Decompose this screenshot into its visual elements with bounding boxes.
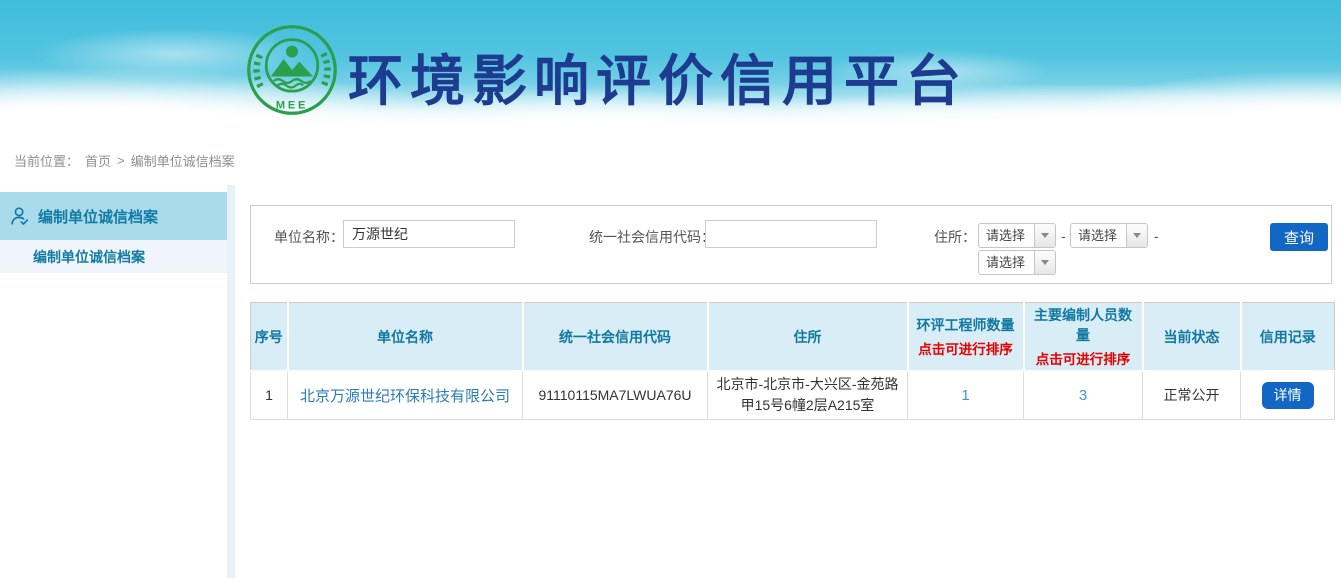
credit-code-input[interactable] (705, 220, 877, 248)
company-link[interactable]: 北京万源世纪环保科技有限公司 (300, 388, 510, 405)
sort-hint: 点击可进行排序 (1028, 348, 1139, 368)
col-credit-code: 统一社会信用代码 (523, 303, 708, 372)
company-name-label: 单位名称： (274, 227, 344, 247)
col-address: 住所 (708, 303, 908, 372)
address-city-select[interactable]: 请选择 (1070, 223, 1148, 248)
chevron-down-icon (1133, 233, 1141, 238)
sidebar-divider (227, 185, 235, 578)
breadcrumb-separator: > (117, 153, 125, 168)
address-province-value: 请选择 (979, 224, 1034, 247)
table-header-row: 序号 单位名称 统一社会信用代码 住所 环评工程师数量 点击可进行排序 主要编制… (251, 303, 1335, 372)
chevron-down-icon (1041, 260, 1049, 265)
chevron-down-icon (1041, 233, 1049, 238)
row-index: 1 (251, 371, 288, 419)
credit-code-label: 统一社会信用代码： (589, 227, 715, 247)
company-name-input[interactable] (343, 220, 515, 248)
staff-count-link[interactable]: 3 (1079, 387, 1087, 404)
row-address: 北京市-北京市-大兴区-金苑路甲15号6幢2层A215室 (708, 371, 908, 419)
sidebar-item-credit-archive[interactable]: 编制单位诚信档案 (0, 192, 227, 240)
engineer-count-link[interactable]: 1 (961, 387, 969, 404)
breadcrumb-home-link[interactable]: 首页 (85, 151, 111, 170)
results-table: 序号 单位名称 统一社会信用代码 住所 环评工程师数量 点击可进行排序 主要编制… (250, 302, 1335, 420)
dash-separator: - (1061, 228, 1066, 244)
col-credit-record: 信用记录 (1241, 303, 1335, 372)
address-district-value: 请选择 (979, 251, 1034, 274)
col-staff-count-sort[interactable]: 主要编制人员数量 点击可进行排序 (1024, 303, 1143, 372)
col-engineer-count-sort[interactable]: 环评工程师数量 点击可进行排序 (908, 303, 1024, 372)
col-company: 单位名称 (288, 303, 523, 372)
address-city-value: 请选择 (1071, 224, 1126, 247)
col-staff-count-label: 主要编制人员数量 (1028, 305, 1139, 345)
page: MEE 环境影响评价信用平台 当前位置： 首页 > 编制单位诚信档案 编制单位诚… (0, 0, 1341, 578)
detail-button[interactable]: 详情 (1262, 382, 1314, 409)
sidebar-item-label: 编制单位诚信档案 (38, 206, 158, 227)
dash-separator: - (1154, 228, 1159, 244)
mee-logo-icon: MEE (246, 24, 338, 116)
col-status: 当前状态 (1143, 303, 1241, 372)
site-title: 环境影响评价信用平台 (348, 36, 968, 116)
person-check-icon (9, 205, 31, 227)
col-index: 序号 (251, 303, 288, 372)
sort-hint: 点击可进行排序 (912, 338, 1020, 358)
sidebar-subitem-label: 编制单位诚信档案 (33, 247, 145, 267)
address-province-select[interactable]: 请选择 (978, 223, 1056, 248)
query-button[interactable]: 查询 (1270, 223, 1328, 251)
col-engineer-count-label: 环评工程师数量 (912, 315, 1020, 335)
row-status: 正常公开 (1143, 371, 1241, 419)
district-dropdown-button[interactable] (1034, 251, 1055, 274)
address-label: 住所： (934, 227, 976, 247)
breadcrumb-current: 编制单位诚信档案 (131, 151, 235, 170)
sidebar-subitem-credit-archive[interactable]: 编制单位诚信档案 (0, 240, 227, 273)
row-credit-code: 91110115MA7LWUA76U (523, 371, 708, 419)
province-dropdown-button[interactable] (1034, 224, 1055, 247)
table-row: 1 北京万源世纪环保科技有限公司 91110115MA7LWUA76U 北京市-… (251, 371, 1335, 419)
breadcrumb-label: 当前位置： (14, 151, 79, 170)
search-panel: 单位名称： 统一社会信用代码： 住所： 请选择 - 请选择 - 请选择 查询 (250, 205, 1332, 284)
address-district-select[interactable]: 请选择 (978, 250, 1056, 275)
city-dropdown-button[interactable] (1126, 224, 1147, 247)
site-banner: MEE 环境影响评价信用平台 (0, 0, 1341, 142)
breadcrumb: 当前位置： 首页 > 编制单位诚信档案 (14, 151, 235, 170)
logo-text: MEE (276, 100, 308, 112)
